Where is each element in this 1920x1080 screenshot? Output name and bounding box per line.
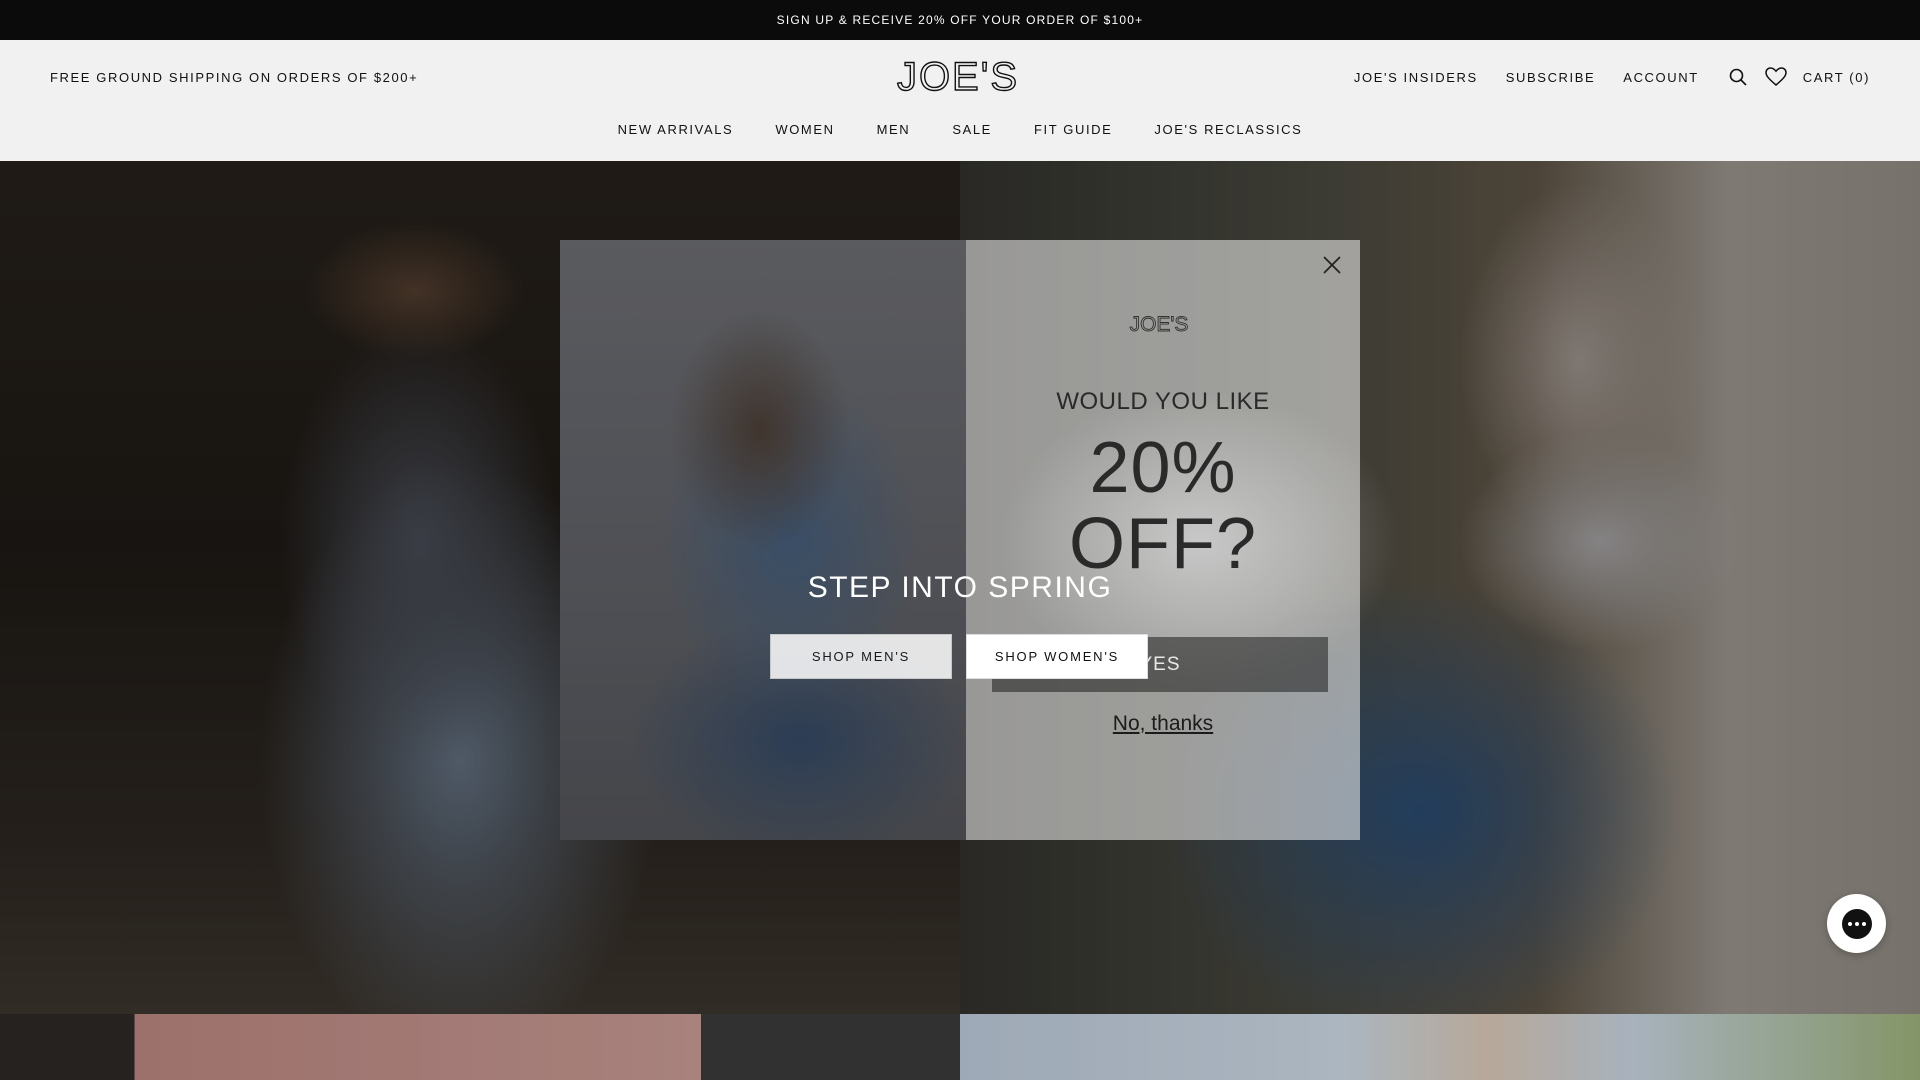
no-thanks-link[interactable]: No, thanks — [966, 712, 1360, 736]
cart-link[interactable]: CART (0) — [1803, 70, 1870, 85]
nav-sale[interactable]: SALE — [952, 122, 992, 137]
discount-popup: JOE'S WOULD YOU LIKE 20% OFF? YES No, th… — [560, 240, 1360, 840]
shipping-note: FREE GROUND SHIPPING ON ORDERS OF $200+ — [50, 70, 419, 85]
utility-icons: CART (0) — [1727, 66, 1870, 88]
logo[interactable]: JOE'S — [878, 54, 1038, 98]
announcement-text[interactable]: SIGN UP & RECEIVE 20% OFF YOUR ORDER OF … — [777, 13, 1144, 27]
joes-insiders-link[interactable]: JOE'S INSIDERS — [1354, 70, 1478, 85]
chat-dot — [1847, 921, 1852, 926]
site-header: FREE GROUND SHIPPING ON ORDERS OF $200+ … — [0, 40, 1920, 161]
close-icon[interactable] — [1320, 253, 1344, 277]
popup-image-overlay — [560, 240, 966, 840]
nav-women[interactable]: WOMEN — [775, 122, 834, 137]
announcement-bar[interactable]: SIGN UP & RECEIVE 20% OFF YOUR ORDER OF … — [0, 0, 1920, 40]
main-nav: NEW ARRIVALS WOMEN MEN SALE FIT GUIDE JO… — [0, 122, 1920, 137]
nav-fit-guide[interactable]: FIT GUIDE — [1034, 122, 1112, 137]
chat-icon — [1841, 908, 1872, 939]
nav-men[interactable]: MEN — [877, 122, 911, 137]
utility-nav: JOE'S INSIDERS SUBSCRIBE ACCOUNT CART (0… — [1354, 66, 1870, 88]
search-icon[interactable] — [1727, 66, 1749, 88]
nav-new-arrivals[interactable]: NEW ARRIVALS — [618, 122, 734, 137]
shop-mens-button[interactable]: SHOP MEN'S — [770, 634, 952, 679]
popup-logo-text: JOE'S — [1130, 313, 1189, 336]
account-link[interactable]: ACCOUNT — [1623, 70, 1698, 85]
offer-headline: 20% OFF? — [966, 430, 1360, 582]
modal-backdrop-bottom[interactable] — [0, 1014, 1920, 1080]
heart-icon[interactable] — [1765, 66, 1787, 88]
logo-text: JOE'S — [897, 55, 1019, 98]
offer-kicker: WOULD YOU LIKE — [1056, 388, 1270, 415]
shop-womens-button[interactable]: SHOP WOMEN'S — [966, 634, 1148, 679]
chat-dot — [1861, 921, 1866, 926]
chat-button[interactable] — [1827, 894, 1886, 953]
hero-ctas: SHOP MEN'S SHOP WOMEN'S — [770, 634, 1148, 679]
chat-dot — [1854, 921, 1859, 926]
popup-logo: JOE'S — [1129, 313, 1189, 336]
offer-percent: 20% — [1089, 428, 1237, 508]
hero-title: STEP INTO SPRING — [807, 571, 1113, 604]
nav-joes-reclassics[interactable]: JOE'S RECLASSICS — [1154, 122, 1302, 137]
subscribe-link[interactable]: SUBSCRIBE — [1506, 70, 1596, 85]
